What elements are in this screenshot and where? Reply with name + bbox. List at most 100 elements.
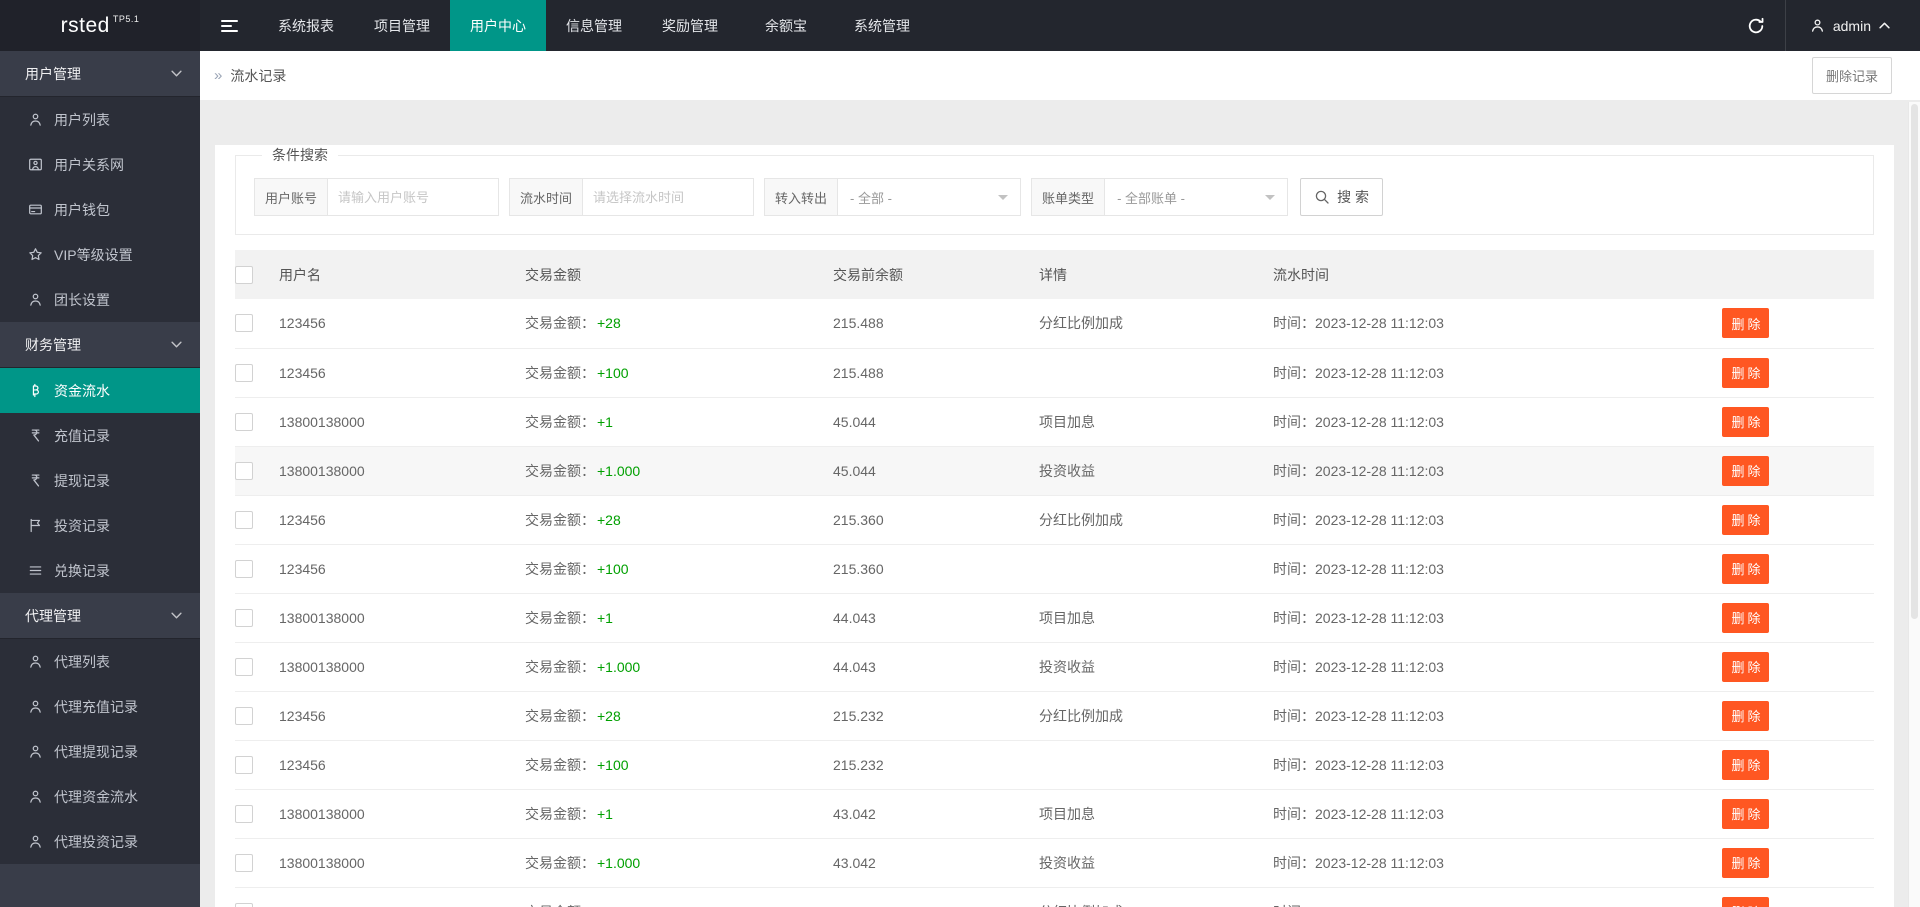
nav-tab[interactable]: 项目管理	[354, 0, 450, 51]
sidebar-section-header[interactable]: 财务管理	[0, 322, 200, 367]
delete-button[interactable]: 删除	[1722, 553, 1769, 584]
row-checkbox[interactable]	[235, 902, 253, 907]
bill-type-select[interactable]: - 全部账单 -	[1104, 178, 1289, 216]
username-cell: 123456	[279, 691, 525, 741]
scrollbar[interactable]	[1908, 102, 1920, 907]
delete-button[interactable]: 删除	[1722, 749, 1769, 780]
search-button[interactable]: 搜 索	[1300, 178, 1383, 216]
nav-tab[interactable]: 用户中心	[450, 0, 546, 51]
sidebar-section-items: 用户列表 用户关系网 用户钱包 VIP等级设置 团长设置	[0, 96, 200, 322]
flow-time-field-group: 流水时间	[509, 178, 755, 216]
sidebar-item-label: 代理充值记录	[54, 698, 138, 715]
sidebar-section-header[interactable]: 用户管理	[0, 51, 200, 96]
transfer-type-field-group: 转入转出 - 全部 -	[764, 178, 1022, 216]
sidebar-item[interactable]: 代理提现记录	[0, 729, 200, 774]
scrollbar-thumb[interactable]	[1911, 104, 1918, 620]
sidebar-item[interactable]: 充值记录	[0, 413, 200, 458]
flow-time-input[interactable]	[582, 178, 755, 216]
list-icon	[27, 562, 44, 579]
sidebar-item[interactable]: 用户关系网	[0, 142, 200, 187]
nav-tab[interactable]: 信息管理	[546, 0, 642, 51]
balance-cell: 215.488	[833, 348, 1039, 398]
user-icon	[27, 291, 44, 308]
col-header-action	[1659, 250, 1874, 299]
username-cell: 123456	[279, 495, 525, 545]
balance-cell: 43.042	[833, 789, 1039, 839]
sidebar-item-label: 代理提现记录	[54, 743, 138, 760]
delete-button[interactable]: 删除	[1722, 455, 1769, 486]
row-checkbox[interactable]	[235, 804, 253, 823]
bill-type-label: 账单类型	[1031, 178, 1105, 216]
row-checkbox[interactable]	[235, 412, 253, 431]
delete-button[interactable]: 删除	[1722, 308, 1769, 339]
sidebar-item[interactable]: 代理列表	[0, 639, 200, 684]
sidebar-item[interactable]: VIP等级设置	[0, 232, 200, 277]
sidebar-item[interactable]: 投资记录	[0, 503, 200, 548]
row-checkbox[interactable]	[235, 363, 253, 382]
nav-tab[interactable]: 系统报表	[258, 0, 354, 51]
delete-button[interactable]: 删除	[1722, 602, 1769, 633]
time-cell: 时间：2023-12-28 11:12:03	[1273, 348, 1659, 398]
sidebar-item[interactable]: 资金流水	[0, 368, 200, 413]
action-cell: 删除	[1659, 740, 1874, 790]
sidebar-item[interactable]: 用户列表	[0, 97, 200, 142]
sidebar-section-label: 用户管理	[25, 65, 81, 82]
sidebar-item[interactable]: 代理充值记录	[0, 684, 200, 729]
row-checkbox[interactable]	[235, 559, 253, 578]
username-cell: 123456	[279, 887, 525, 907]
bill-type-field-group: 账单类型 - 全部账单 -	[1031, 178, 1289, 216]
flag-icon	[27, 517, 44, 534]
action-cell: 删除	[1659, 299, 1874, 349]
delete-button[interactable]: 删除	[1722, 700, 1769, 731]
transfer-type-select[interactable]: - 全部 -	[837, 178, 1022, 216]
delete-button[interactable]: 删除	[1722, 406, 1769, 437]
delete-button[interactable]: 删除	[1722, 847, 1769, 878]
delete-button[interactable]: 删除	[1722, 504, 1769, 535]
sidebar-item[interactable]: 兑换记录	[0, 548, 200, 593]
sidebar-section-header[interactable]: 代理管理	[0, 593, 200, 638]
row-checkbox[interactable]	[235, 314, 253, 333]
rupee-icon	[27, 427, 44, 444]
sidebar-item-label: 代理列表	[54, 653, 110, 670]
sidebar-item[interactable]: 提现记录	[0, 458, 200, 503]
balance-cell: 215.104	[833, 887, 1039, 907]
sidebar-section-label: 财务管理	[25, 336, 81, 353]
delete-button[interactable]: 删除	[1722, 798, 1769, 829]
delete-button[interactable]: 删除	[1722, 896, 1769, 907]
row-checkbox[interactable]	[235, 755, 253, 774]
table-row: 123456 交易金额： +100 215.488 时间：2023-12-28 11:1…	[235, 348, 1874, 398]
row-checkbox[interactable]	[235, 853, 253, 872]
balance-cell: 215.232	[833, 740, 1039, 790]
logo[interactable]: rsted TP5.1	[0, 0, 200, 51]
sidebar-item[interactable]: 用户钱包	[0, 187, 200, 232]
table-row: 123456 交易金额： +100 215.360 时间：2023-12-28 11:1…	[235, 544, 1874, 594]
col-header-time: 流水时间	[1273, 250, 1659, 299]
sidebar-item[interactable]: 团长设置	[0, 277, 200, 322]
row-checkbox[interactable]	[235, 657, 253, 676]
refresh-button[interactable]	[1727, 0, 1785, 51]
delete-records-button[interactable]: 删除记录	[1811, 57, 1892, 94]
delete-button[interactable]: 删除	[1722, 357, 1769, 388]
sidebar-item[interactable]: 代理资金流水	[0, 774, 200, 819]
sidebar-item[interactable]: 代理投资记录	[0, 819, 200, 864]
row-checkbox[interactable]	[235, 608, 253, 627]
sidebar-section-items: 资金流水 充值记录 提现记录 投资记录 兑换记录	[0, 367, 200, 593]
detail-cell: 分红比例加成	[1039, 887, 1273, 907]
time-cell: 时间：2023-12-28 11:12:03	[1273, 740, 1659, 790]
nav-tab[interactable]: 余额宝	[738, 0, 834, 51]
table-row: 13800138000 交易金额： +1 44.043 项目加息 时间：2023-12-2…	[235, 593, 1874, 643]
row-checkbox[interactable]	[235, 461, 253, 480]
nav-tab[interactable]: 系统管理	[834, 0, 930, 51]
detail-cell: 项目加息	[1039, 397, 1273, 447]
row-checkbox[interactable]	[235, 510, 253, 529]
select-all-checkbox[interactable]	[235, 265, 253, 284]
user-account-input[interactable]	[327, 178, 500, 216]
username-cell: 123456	[279, 544, 525, 594]
menu-toggle-button[interactable]	[200, 0, 258, 51]
user-menu[interactable]: admin	[1786, 0, 1920, 51]
action-cell: 删除	[1659, 544, 1874, 594]
delete-button[interactable]: 删除	[1722, 651, 1769, 682]
nav-tab[interactable]: 奖励管理	[642, 0, 738, 51]
row-checkbox[interactable]	[235, 706, 253, 725]
main-area: » 流水记录 删除记录 条件搜索 用户账号 流水时间 转入转出	[200, 51, 1920, 907]
